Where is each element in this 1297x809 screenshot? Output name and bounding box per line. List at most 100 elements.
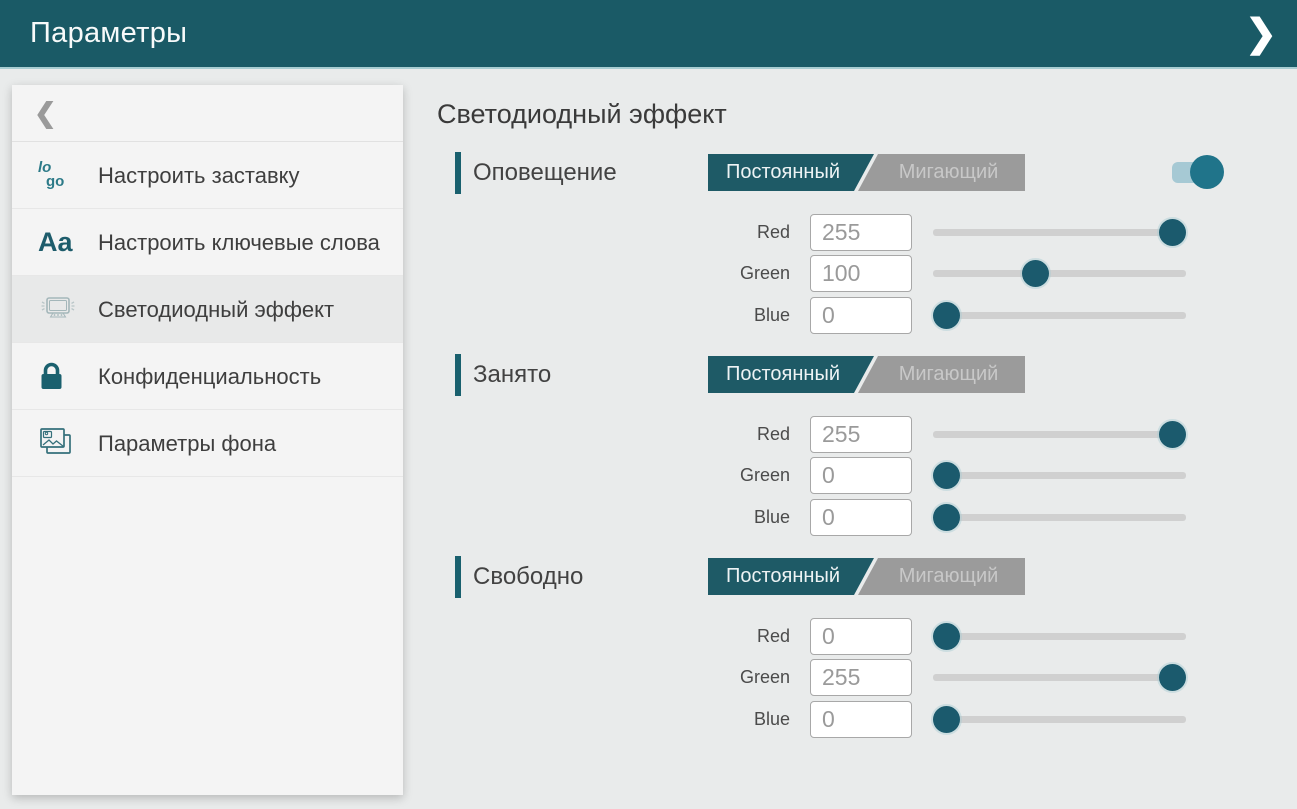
sidebar-item-led-effect[interactable]: Светодиодный эффект bbox=[12, 276, 403, 343]
keywords-icon-text: Aa bbox=[38, 228, 73, 256]
mode-solid-button[interactable]: Постоянный bbox=[708, 558, 874, 595]
mode-segmented-control: Постоянный Мигающий bbox=[708, 356, 1025, 393]
app-header: Параметры ❯ bbox=[0, 0, 1297, 69]
green-value-input[interactable] bbox=[810, 255, 912, 292]
led-monitor-icon bbox=[38, 294, 98, 324]
background-images-icon bbox=[38, 426, 98, 460]
keywords-icon: Aa bbox=[38, 228, 98, 256]
channel-row-green: Green bbox=[437, 659, 1247, 696]
channel-row-blue: Blue bbox=[437, 701, 1247, 738]
sidebar-item-label: Параметры фона bbox=[98, 429, 276, 458]
slider-thumb[interactable] bbox=[933, 706, 960, 733]
channel-row-green: Green bbox=[437, 255, 1247, 292]
slider-track[interactable] bbox=[933, 431, 1186, 438]
slider-thumb[interactable] bbox=[933, 504, 960, 531]
channel-label: Red bbox=[637, 416, 790, 453]
sidebar: ❮ lo go Настроить заставку Aa Настроить … bbox=[12, 85, 403, 795]
section-accent-bar bbox=[455, 556, 461, 598]
slider-track[interactable] bbox=[933, 229, 1186, 236]
channel-label: Blue bbox=[637, 499, 790, 536]
content-title: Светодиодный эффект bbox=[437, 99, 727, 130]
sidebar-item-label: Настроить ключевые слова bbox=[98, 228, 380, 257]
back-chevron-icon: ❮ bbox=[34, 98, 57, 129]
mode-solid-button[interactable]: Постоянный bbox=[708, 154, 874, 191]
slider-thumb[interactable] bbox=[1159, 421, 1186, 448]
slider-track[interactable] bbox=[933, 472, 1186, 479]
mode-blinking-button[interactable]: Мигающий bbox=[858, 356, 1025, 393]
blue-slider[interactable] bbox=[933, 701, 1186, 738]
blue-slider[interactable] bbox=[933, 499, 1186, 536]
section-accent-bar bbox=[455, 354, 461, 396]
alert-enable-toggle[interactable] bbox=[1172, 155, 1224, 189]
red-value-input[interactable] bbox=[810, 618, 912, 655]
green-value-input[interactable] bbox=[810, 659, 912, 696]
slider-track[interactable] bbox=[933, 312, 1186, 319]
channel-label: Red bbox=[637, 214, 790, 251]
mode-solid-button[interactable]: Постоянный bbox=[708, 356, 874, 393]
sidebar-item-label: Конфиденциальность bbox=[98, 362, 321, 391]
section-accent-bar bbox=[455, 152, 461, 194]
sidebar-item-background[interactable]: Параметры фона bbox=[12, 410, 403, 477]
channel-row-blue: Blue bbox=[437, 499, 1247, 536]
sidebar-collapse-button[interactable]: ❮ bbox=[12, 85, 403, 142]
slider-track[interactable] bbox=[933, 674, 1186, 681]
sidebar-item-privacy[interactable]: Конфиденциальность bbox=[12, 343, 403, 410]
slider-track[interactable] bbox=[933, 716, 1186, 723]
red-slider[interactable] bbox=[933, 618, 1186, 655]
channel-row-blue: Blue bbox=[437, 297, 1247, 334]
channel-label: Blue bbox=[637, 701, 790, 738]
blue-slider[interactable] bbox=[933, 297, 1186, 334]
green-slider[interactable] bbox=[933, 659, 1186, 696]
section-alert: Оповещение Постоянный Мигающий Red Green… bbox=[437, 154, 1247, 340]
channel-row-red: Red bbox=[437, 618, 1247, 655]
channel-label: Blue bbox=[637, 297, 790, 334]
forward-chevron-icon[interactable]: ❯ bbox=[1245, 10, 1277, 58]
green-value-input[interactable] bbox=[810, 457, 912, 494]
sidebar-item-label: Настроить заставку bbox=[98, 161, 300, 190]
sidebar-item-screensaver[interactable]: lo go Настроить заставку bbox=[12, 142, 403, 209]
section-title: Свободно bbox=[473, 558, 583, 596]
logo-icon: lo go bbox=[38, 161, 98, 189]
mode-blinking-button[interactable]: Мигающий bbox=[858, 558, 1025, 595]
section-title: Оповещение bbox=[473, 154, 617, 192]
sidebar-item-keywords[interactable]: Aa Настроить ключевые слова bbox=[12, 209, 403, 276]
slider-thumb[interactable] bbox=[933, 623, 960, 650]
mode-blinking-button[interactable]: Мигающий bbox=[858, 154, 1025, 191]
blue-value-input[interactable] bbox=[810, 499, 912, 536]
mode-segmented-control: Постоянный Мигающий bbox=[708, 154, 1025, 191]
channel-label: Red bbox=[637, 618, 790, 655]
red-slider[interactable] bbox=[933, 214, 1186, 251]
slider-thumb[interactable] bbox=[1022, 260, 1049, 287]
sidebar-item-label: Светодиодный эффект bbox=[98, 295, 334, 324]
red-slider[interactable] bbox=[933, 416, 1186, 453]
channel-row-red: Red bbox=[437, 416, 1247, 453]
slider-thumb[interactable] bbox=[933, 462, 960, 489]
mode-segmented-control: Постоянный Мигающий bbox=[708, 558, 1025, 595]
slider-track[interactable] bbox=[933, 270, 1186, 277]
lock-icon bbox=[38, 361, 98, 392]
channel-label: Green bbox=[637, 255, 790, 292]
section-free: Свободно Постоянный Мигающий Red Green B… bbox=[437, 558, 1247, 744]
blue-value-input[interactable] bbox=[810, 701, 912, 738]
slider-track[interactable] bbox=[933, 633, 1186, 640]
section-free-header: Свободно Постоянный Мигающий bbox=[437, 558, 1247, 596]
red-value-input[interactable] bbox=[810, 214, 912, 251]
section-busy-header: Занято Постоянный Мигающий bbox=[437, 356, 1247, 394]
slider-thumb[interactable] bbox=[1159, 219, 1186, 246]
slider-thumb[interactable] bbox=[933, 302, 960, 329]
red-value-input[interactable] bbox=[810, 416, 912, 453]
toggle-thumb bbox=[1190, 155, 1224, 189]
blue-value-input[interactable] bbox=[810, 297, 912, 334]
logo-icon-text-bottom: go bbox=[46, 175, 64, 189]
green-slider[interactable] bbox=[933, 255, 1186, 292]
channel-label: Green bbox=[637, 659, 790, 696]
section-busy: Занято Постоянный Мигающий Red Green Blu… bbox=[437, 356, 1247, 542]
page-title: Параметры bbox=[30, 17, 187, 50]
section-title: Занято bbox=[473, 356, 551, 394]
channel-label: Green bbox=[637, 457, 790, 494]
slider-thumb[interactable] bbox=[1159, 664, 1186, 691]
channel-row-green: Green bbox=[437, 457, 1247, 494]
channel-row-red: Red bbox=[437, 214, 1247, 251]
green-slider[interactable] bbox=[933, 457, 1186, 494]
slider-track[interactable] bbox=[933, 514, 1186, 521]
